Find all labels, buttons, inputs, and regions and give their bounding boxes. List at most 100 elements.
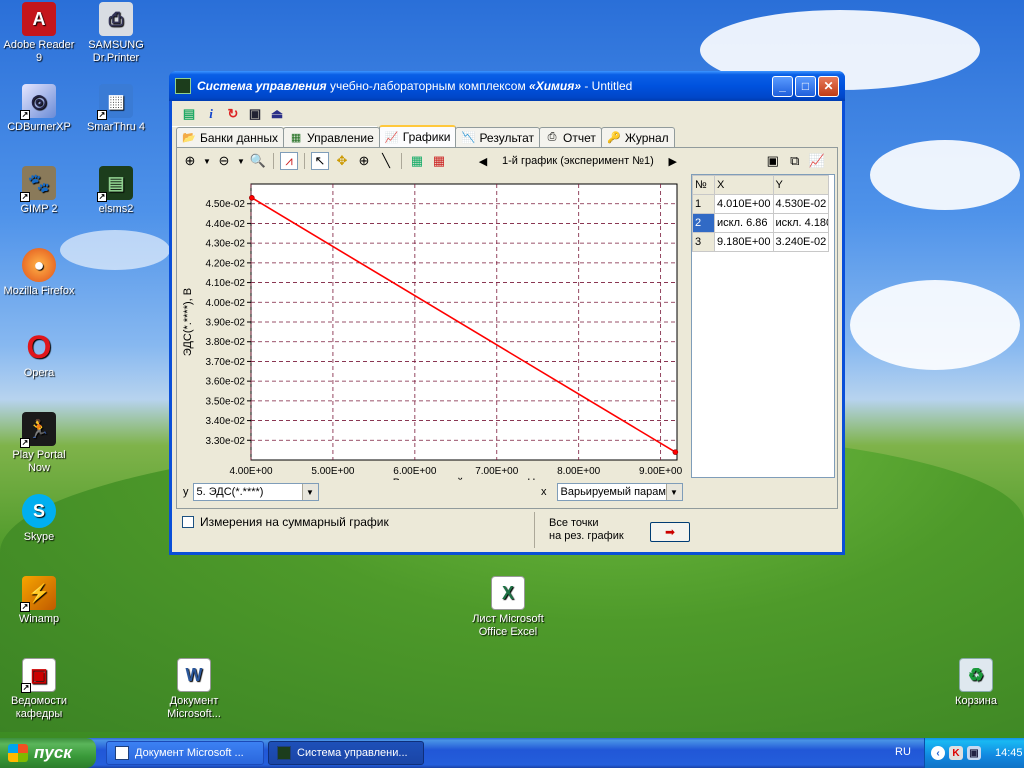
arrow-right-icon: ➡ (664, 525, 676, 539)
cell-y[interactable]: 4.530E-02 (772, 194, 830, 214)
tab-report[interactable]: ⎙ Отчет (539, 127, 602, 147)
desktop-icon-label: SAMSUNG Dr.Printer (88, 39, 144, 64)
data-table: № X Y 1 4.010E+00 4.530E-02 2 искл. 6.86… (691, 174, 835, 478)
send-to-result-button[interactable]: ➡ (650, 522, 690, 542)
checkbox-box[interactable] (182, 516, 194, 528)
desktop-icon-gimp[interactable]: 🐾 ↗ GIMP 2 (1, 166, 77, 216)
desktop-icon-vedomosti[interactable]: ▣ ↗ Ведомости кафедры (1, 658, 77, 721)
prev-graph-icon[interactable]: ◀ (474, 152, 492, 170)
crosshair-icon[interactable]: ⊕ (355, 152, 373, 170)
column-header-x[interactable]: X (714, 175, 774, 195)
next-graph-icon[interactable]: ▶ (664, 152, 682, 170)
y-tick-label: 3.90e-02 (206, 318, 246, 329)
desktop-icon-samsung-printer[interactable]: ⎙ SAMSUNG Dr.Printer (78, 2, 154, 65)
exit-icon[interactable]: ⏏ (268, 105, 286, 123)
printer-icon: ⎙ (99, 2, 133, 36)
desktop-icon-opera[interactable]: O Opera (1, 330, 77, 380)
summary-checkbox[interactable]: Измерения на суммарный график (182, 515, 389, 529)
x-axis-select[interactable]: Варьируемый парам ▼ (556, 483, 683, 501)
title-prefix: Система управления (197, 79, 327, 93)
language-indicator[interactable]: RU (895, 746, 911, 758)
zoom-in-icon[interactable]: ⊕ (181, 152, 199, 170)
copy-icon[interactable]: ⧉ (786, 152, 804, 170)
chevron-down-icon[interactable]: ▼ (301, 484, 318, 500)
table-row[interactable]: 2 искл. 6.86 искл. 4.180 (692, 213, 830, 233)
line-chart-mode-icon[interactable]: ⩘ (280, 152, 298, 170)
y-tick-label: 4.30e-02 (206, 239, 246, 250)
export-chart-icon[interactable]: 📈 (808, 152, 826, 170)
calculator-icon[interactable]: ▤ (180, 105, 198, 123)
title-bar[interactable]: Система управления учебно-лабораторным к… (169, 71, 845, 101)
cd-icon: ◎ ↗ (20, 84, 56, 120)
column-header-number[interactable]: № (692, 175, 715, 195)
zoom-reset-icon[interactable]: 🔍 (249, 152, 267, 170)
save-graph-icon[interactable]: ▣ (764, 152, 782, 170)
data-point (672, 449, 679, 455)
line-tool-icon[interactable]: ╲ (377, 152, 395, 170)
close-button[interactable]: ✕ (818, 75, 839, 97)
desktop-icon-cdburnerxp[interactable]: ◎ ↗ CDBurnerXP (1, 84, 77, 134)
desktop-icon-excel-sheet[interactable]: X Лист Microsoft Office Excel (466, 576, 550, 639)
desktop-icon-winamp[interactable]: ⚡ ↗ Winamp (1, 576, 77, 626)
dropdown-arrow-icon[interactable]: ▼ (237, 152, 245, 170)
y-tick-label: 3.30e-02 (206, 436, 246, 447)
minimize-button[interactable]: _ (772, 75, 793, 97)
cell-x[interactable]: 4.010E+00 (714, 194, 774, 214)
cell-y[interactable]: искл. 4.180 (772, 213, 830, 233)
pointer-icon[interactable]: ↖ (311, 152, 329, 170)
column-header-y[interactable]: Y (772, 175, 830, 195)
y-axis-select[interactable]: 5. ЭДС(*.****) ▼ (192, 483, 319, 501)
graph-toolbar: ⊕ ▼ ⊖ ▼ 🔍 ⩘ ↖ ✥ ⊕ ╲ ▦ ▦ ◀ 1-й график (эк… (181, 150, 831, 172)
desktop-icon-skype[interactable]: S Skype (1, 494, 77, 544)
tab-data-banks[interactable]: 📂 Банки данных (176, 127, 285, 147)
taskbar-item-word-doc[interactable]: Документ Microsoft ... (106, 741, 264, 765)
add-point-icon[interactable]: ▦ (408, 152, 426, 170)
y-selector-label: y (183, 486, 189, 498)
tab-control[interactable]: ▦ Управление (283, 127, 380, 147)
graphs-pane: ⊕ ▼ ⊖ ▼ 🔍 ⩘ ↖ ✥ ⊕ ╲ ▦ ▦ ◀ 1-й график (эк… (176, 147, 838, 509)
desktop-icon-firefox[interactable]: ● Mozilla Firefox (1, 248, 77, 298)
desktop-icon-smarthru[interactable]: ▦ ↗ SmarThru 4 (78, 84, 154, 134)
tab-graphs[interactable]: 📈 Графики (378, 125, 457, 147)
cell-x[interactable]: искл. 6.86 (714, 213, 774, 233)
refresh-icon[interactable]: ↻ (224, 105, 242, 123)
start-button[interactable]: пуск (0, 738, 96, 768)
recycle-bin-icon: ♻ (959, 658, 993, 692)
info-icon[interactable]: i (202, 105, 220, 123)
zoom-out-icon[interactable]: ⊖ (215, 152, 233, 170)
pan-icon[interactable]: ✥ (333, 152, 351, 170)
x-tick-label: 8.00E+00 (557, 466, 601, 477)
word-document-icon (115, 746, 129, 760)
network-icon[interactable]: ▣ (967, 746, 981, 760)
tab-label: Управление (307, 130, 374, 145)
dropdown-arrow-icon[interactable]: ▼ (203, 152, 211, 170)
all-points-line1: Все точки (549, 517, 599, 529)
chevron-down-icon[interactable]: ▼ (665, 484, 682, 500)
title-suffix: - Untitled (581, 79, 633, 93)
save-icon[interactable]: ▣ (246, 105, 264, 123)
desktop-icon-adobe-reader[interactable]: A Adobe Reader 9 (1, 2, 77, 65)
desktop-icon-play-portal[interactable]: 🏃 ↗ Play Portal Now (1, 412, 77, 475)
cell-x[interactable]: 9.180E+00 (714, 232, 774, 252)
tab-journal[interactable]: 🔑 Журнал (600, 127, 675, 147)
table-row[interactable]: 3 9.180E+00 3.240E-02 (692, 232, 830, 252)
cell-y[interactable]: 3.240E-02 (772, 232, 830, 252)
maximize-button[interactable]: □ (795, 75, 816, 97)
x-selector-row: x Варьируемый парам ▼ (541, 483, 683, 501)
tray-expand-icon[interactable]: ‹ (931, 746, 945, 760)
x-axis-select-value: Варьируемый парам (560, 486, 666, 498)
graph-nav-label: 1-й график (эксперимент №1) (502, 155, 654, 167)
antivirus-icon[interactable]: K (949, 746, 963, 760)
start-label: пуск (34, 743, 72, 762)
desktop-icon-recycle-bin[interactable]: ♻ Корзина (938, 658, 1014, 708)
table-row[interactable]: 1 4.010E+00 4.530E-02 (692, 194, 830, 214)
title-bold: «Химия» (529, 79, 581, 93)
y-tick-label: 3.60e-02 (206, 377, 246, 388)
firefox-icon: ● (22, 248, 56, 282)
desktop-icon-elsms2[interactable]: ▤ ↗ elsms2 (78, 166, 154, 216)
taskbar-item-app[interactable]: Система управлени... (268, 741, 424, 765)
remove-point-icon[interactable]: ▦ (430, 152, 448, 170)
desktop-icon-word-document[interactable]: W Документ Microsoft... (156, 658, 232, 721)
all-points-label: Все точки на рез. график (534, 512, 624, 548)
tab-result[interactable]: 📉 Результат (455, 127, 541, 147)
